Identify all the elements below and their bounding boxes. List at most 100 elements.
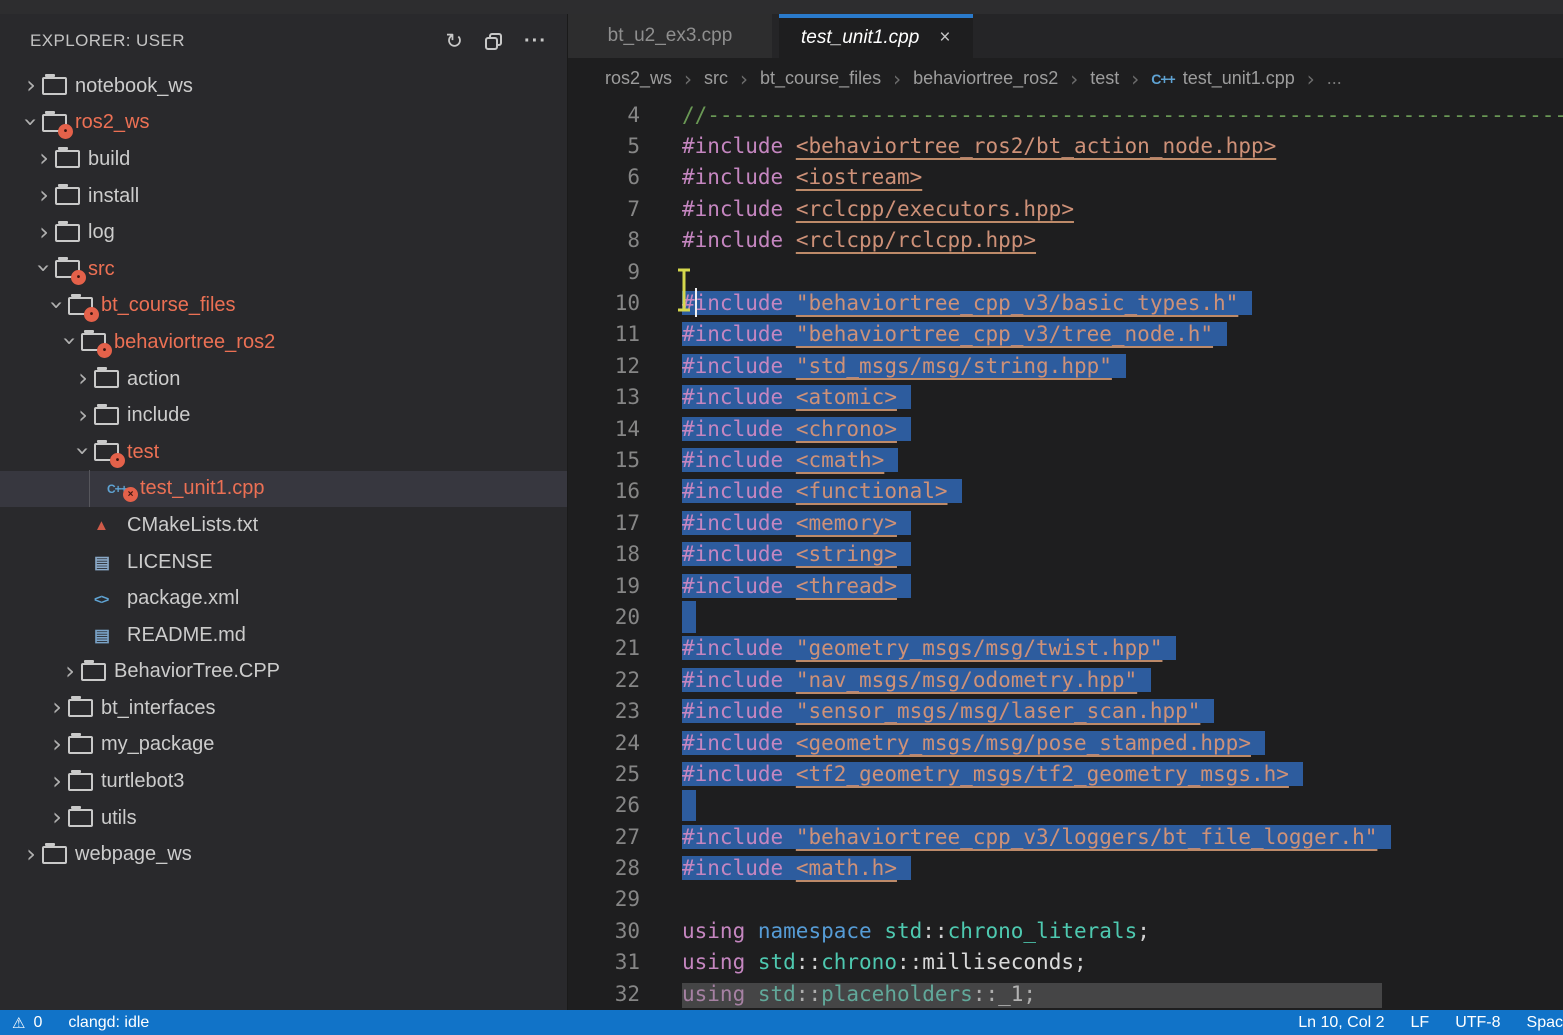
code-line-20[interactable]: 20 bbox=[568, 601, 1563, 632]
code-line-8[interactable]: 8#include <rclcpp/rclcpp.hpp> bbox=[568, 225, 1563, 256]
tab-test-unit1-cpp[interactable]: test_unit1.cpp× bbox=[779, 14, 973, 58]
code-line-10[interactable]: 10#include "behaviortree_cpp_v3/basic_ty… bbox=[568, 287, 1563, 318]
line-number[interactable]: 23 bbox=[568, 699, 682, 723]
tree-item-turtlebot3[interactable]: ›turtlebot3 bbox=[0, 763, 567, 800]
line-number[interactable]: 10 bbox=[568, 291, 682, 315]
code-line-12[interactable]: 12#include "std_msgs/msg/string.hpp" bbox=[568, 350, 1563, 381]
line-number[interactable]: 7 bbox=[568, 197, 682, 221]
refresh-explorer-icon[interactable]: ↻ bbox=[445, 31, 463, 52]
code-line-21[interactable]: 21#include "geometry_msgs/msg/twist.hpp" bbox=[568, 633, 1563, 664]
line-number[interactable]: 13 bbox=[568, 385, 682, 409]
clangd-status[interactable]: clangd: idle bbox=[68, 1014, 149, 1032]
collapse-folders-icon[interactable] bbox=[485, 33, 502, 50]
line-number[interactable]: 5 bbox=[568, 134, 682, 158]
line-number[interactable]: 11 bbox=[568, 322, 682, 346]
warnings-icon[interactable]: ⚠ bbox=[12, 1014, 25, 1032]
line-number[interactable]: 29 bbox=[568, 887, 682, 911]
breadcrumb-item-bt_course_files[interactable]: bt_course_files bbox=[760, 68, 881, 89]
line-number[interactable]: 6 bbox=[568, 165, 682, 189]
tree-item-cmakelists-txt[interactable]: ▲CMakeLists.txt bbox=[0, 507, 567, 544]
line-number[interactable]: 26 bbox=[568, 793, 682, 817]
tree-item-bt-interfaces[interactable]: ›bt_interfaces bbox=[0, 690, 567, 727]
line-number[interactable]: 14 bbox=[568, 417, 682, 441]
code-line-16[interactable]: 16#include <functional> bbox=[568, 476, 1563, 507]
code-line-26[interactable]: 26 bbox=[568, 790, 1563, 821]
line-number[interactable]: 19 bbox=[568, 574, 682, 598]
breadcrumb-item-file[interactable]: test_unit1.cpp bbox=[1183, 68, 1295, 89]
code-line-17[interactable]: 17#include <memory> bbox=[568, 507, 1563, 538]
tree-item-license[interactable]: ▤LICENSE bbox=[0, 544, 567, 581]
status-item-3[interactable]: Spac bbox=[1527, 1014, 1563, 1032]
tree-item-notebook-ws[interactable]: ›notebook_ws bbox=[0, 68, 567, 105]
breadcrumb-item-src[interactable]: src bbox=[704, 68, 728, 89]
breadcrumb-more[interactable]: ... bbox=[1327, 68, 1342, 89]
line-number[interactable]: 20 bbox=[568, 605, 682, 629]
code-line-4[interactable]: 4//-------------------------------------… bbox=[568, 99, 1563, 130]
code-line-25[interactable]: 25#include <tf2_geometry_msgs/tf2_geomet… bbox=[568, 758, 1563, 789]
code-line-27[interactable]: 27#include "behaviortree_cpp_v3/loggers/… bbox=[568, 821, 1563, 852]
breadcrumb-item-ros2_ws[interactable]: ros2_ws bbox=[605, 68, 672, 89]
tree-item-package-xml[interactable]: <>package.xml bbox=[0, 580, 567, 617]
close-tab-icon[interactable]: × bbox=[939, 27, 950, 49]
line-number[interactable]: 22 bbox=[568, 668, 682, 692]
code-line-24[interactable]: 24#include <geometry_msgs/msg/pose_stamp… bbox=[568, 727, 1563, 758]
code-line-22[interactable]: 22#include "nav_msgs/msg/odometry.hpp" bbox=[568, 664, 1563, 695]
line-number[interactable]: 8 bbox=[568, 228, 682, 252]
problems-count[interactable]: 0 bbox=[33, 1014, 42, 1032]
code-line-29[interactable]: 29 bbox=[568, 884, 1563, 915]
tree-item-include[interactable]: ›include bbox=[0, 397, 567, 434]
tree-item-action[interactable]: ›action bbox=[0, 361, 567, 398]
code-line-6[interactable]: 6#include <iostream> bbox=[568, 162, 1563, 193]
line-number[interactable]: 27 bbox=[568, 825, 682, 849]
tree-item-src[interactable]: ›•src bbox=[0, 251, 567, 288]
code-line-31[interactable]: 31using std::chrono::milliseconds; bbox=[568, 947, 1563, 978]
line-number[interactable]: 18 bbox=[568, 542, 682, 566]
line-number[interactable]: 15 bbox=[568, 448, 682, 472]
code-line-13[interactable]: 13#include <atomic> bbox=[568, 382, 1563, 413]
tree-item-build[interactable]: ›build bbox=[0, 141, 567, 178]
line-number[interactable]: 4 bbox=[568, 103, 682, 127]
breadcrumb-item-behaviortree_ros2[interactable]: behaviortree_ros2 bbox=[913, 68, 1058, 89]
tree-item-webpage-ws[interactable]: ›webpage_ws bbox=[0, 836, 567, 873]
line-number[interactable]: 21 bbox=[568, 636, 682, 660]
tab-bt-u2-ex3-cpp[interactable]: bt_u2_ex3.cpp bbox=[568, 14, 772, 58]
tree-item-install[interactable]: ›install bbox=[0, 178, 567, 215]
code-line-18[interactable]: 18#include <string> bbox=[568, 538, 1563, 569]
tree-item-bt-course-files[interactable]: ›•bt_course_files bbox=[0, 288, 567, 325]
code-line-11[interactable]: 11#include "behaviortree_cpp_v3/tree_nod… bbox=[568, 319, 1563, 350]
line-number[interactable]: 28 bbox=[568, 856, 682, 880]
code-line-7[interactable]: 7#include <rclcpp/executors.hpp> bbox=[568, 193, 1563, 224]
line-number[interactable]: 25 bbox=[568, 762, 682, 786]
code-line-14[interactable]: 14#include <chrono> bbox=[568, 413, 1563, 444]
status-item-2[interactable]: UTF-8 bbox=[1455, 1014, 1500, 1032]
line-number[interactable]: 31 bbox=[568, 950, 682, 974]
line-number[interactable]: 16 bbox=[568, 479, 682, 503]
more-actions-icon[interactable]: ··· bbox=[524, 31, 547, 51]
tree-item-test-unit1-cpp[interactable]: C++×test_unit1.cpp bbox=[0, 471, 567, 508]
line-number[interactable]: 32 bbox=[568, 982, 682, 1006]
line-number[interactable]: 12 bbox=[568, 354, 682, 378]
tree-item-behaviortree-cpp[interactable]: ›BehaviorTree.CPP bbox=[0, 654, 567, 691]
code-editor[interactable]: 4//-------------------------------------… bbox=[568, 99, 1563, 1010]
line-number[interactable]: 17 bbox=[568, 511, 682, 535]
code-line-9[interactable]: 9 bbox=[568, 256, 1563, 287]
breadcrumb-item-test[interactable]: test bbox=[1090, 68, 1119, 89]
tree-item-readme-md[interactable]: ▤README.md bbox=[0, 617, 567, 654]
tree-item-behaviortree-ros2[interactable]: ›•behaviortree_ros2 bbox=[0, 324, 567, 361]
line-number[interactable]: 9 bbox=[568, 260, 682, 284]
tree-item-test[interactable]: ›•test bbox=[0, 434, 567, 471]
code-line-15[interactable]: 15#include <cmath> bbox=[568, 444, 1563, 475]
line-number[interactable]: 30 bbox=[568, 919, 682, 943]
code-line-19[interactable]: 19#include <thread> bbox=[568, 570, 1563, 601]
tree-item-my-package[interactable]: ›my_package bbox=[0, 727, 567, 764]
code-line-23[interactable]: 23#include "sensor_msgs/msg/laser_scan.h… bbox=[568, 695, 1563, 726]
line-number[interactable]: 24 bbox=[568, 731, 682, 755]
status-item-0[interactable]: Ln 10, Col 2 bbox=[1298, 1014, 1384, 1032]
horizontal-scrollbar[interactable] bbox=[682, 983, 1382, 1008]
code-line-28[interactable]: 28#include <math.h> bbox=[568, 852, 1563, 883]
tree-item-utils[interactable]: ›utils bbox=[0, 800, 567, 837]
tree-item-log[interactable]: ›log bbox=[0, 214, 567, 251]
code-line-5[interactable]: 5#include <behaviortree_ros2/bt_action_n… bbox=[568, 130, 1563, 161]
status-item-1[interactable]: LF bbox=[1411, 1014, 1430, 1032]
code-line-30[interactable]: 30using namespace std::chrono_literals; bbox=[568, 915, 1563, 946]
